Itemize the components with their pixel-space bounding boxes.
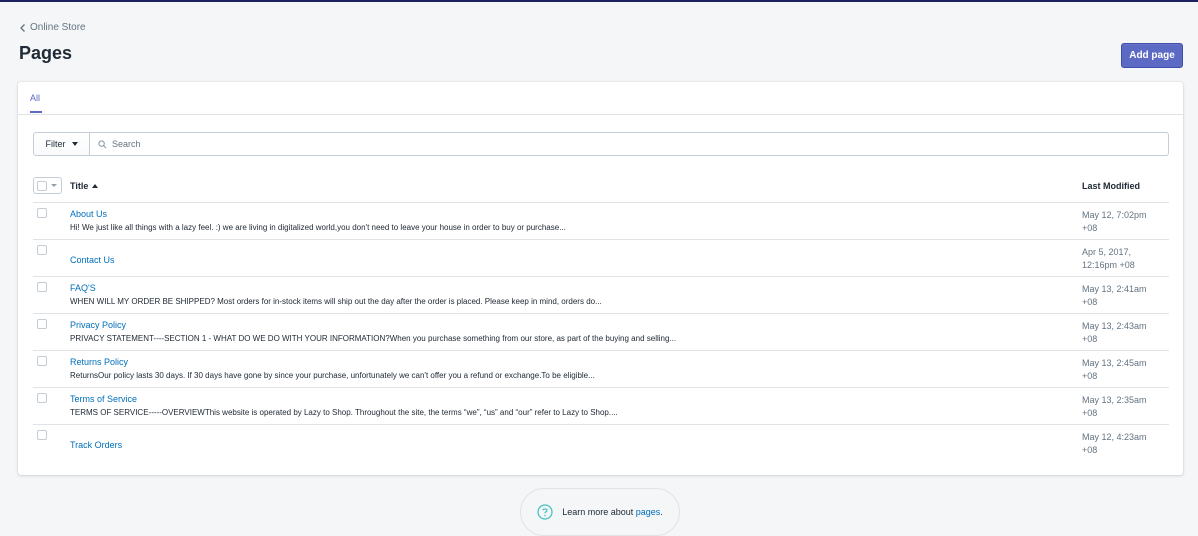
page-excerpt: ReturnsOur policy lasts 30 days. If 30 d…	[70, 371, 595, 380]
table-row[interactable]: Contact Us Apr 5, 2017, 12:16pm +08	[33, 240, 1169, 277]
row-checkbox[interactable]	[37, 319, 47, 329]
row-checkbox[interactable]	[37, 393, 47, 403]
pages-table: Title Last Modified About Us Hi! We just…	[33, 174, 1169, 462]
filter-label: Filter	[45, 139, 66, 149]
row-checkbox[interactable]	[37, 282, 47, 292]
page-title-link[interactable]: About Us	[70, 209, 107, 219]
table-row[interactable]: Track Orders May 12, 4:23am +08	[33, 425, 1169, 462]
table-row[interactable]: About Us Hi! We just like all things wit…	[33, 203, 1169, 240]
last-modified: May 13, 2:43am +08	[1082, 321, 1147, 344]
sort-ascending-icon	[92, 184, 99, 188]
page-excerpt: WHEN WILL MY ORDER BE SHIPPED? Most orde…	[70, 297, 602, 306]
row-checkbox[interactable]	[37, 208, 47, 218]
question-circle-icon	[537, 504, 553, 520]
title-column-label: Title	[70, 181, 89, 191]
title-column-header[interactable]: Title	[70, 181, 99, 191]
page-excerpt: TERMS OF SERVICE-----OVERVIEWThis websit…	[70, 408, 618, 417]
table-row[interactable]: Terms of Service TERMS OF SERVICE-----OV…	[33, 388, 1169, 425]
table-row[interactable]: Returns Policy ReturnsOur policy lasts 3…	[33, 351, 1169, 388]
page-title-link[interactable]: Track Orders	[70, 440, 122, 450]
search-icon	[98, 139, 107, 148]
page-excerpt: PRIVACY STATEMENT----SECTION 1 - WHAT DO…	[70, 334, 677, 343]
table-row[interactable]: FAQ'S WHEN WILL MY ORDER BE SHIPPED? Mos…	[33, 277, 1169, 314]
filter-button[interactable]: Filter	[33, 132, 90, 156]
page-excerpt: Hi! We just like all things with a lazy …	[70, 223, 566, 232]
chevron-left-icon	[20, 23, 25, 32]
help-footer: Learn more about pages.	[520, 488, 680, 536]
page-title: Pages	[19, 43, 73, 63]
caret-down-icon	[71, 142, 78, 146]
page-title-link[interactable]: Privacy Policy	[70, 320, 126, 330]
help-pages-link[interactable]: pages	[636, 507, 661, 517]
last-modified: Apr 5, 2017, 12:16pm +08	[1082, 247, 1135, 270]
last-modified: May 12, 4:23am +08	[1082, 432, 1147, 455]
add-page-button[interactable]: Add page	[1121, 43, 1183, 68]
search-field[interactable]	[90, 132, 1169, 156]
row-checkbox[interactable]	[37, 356, 47, 366]
breadcrumb-label[interactable]: Online Store	[30, 22, 86, 33]
table-row[interactable]: Privacy Policy PRIVACY STATEMENT----SECT…	[33, 314, 1169, 351]
last-modified: May 12, 7:02pm +08	[1082, 210, 1147, 233]
last-modified: May 13, 2:35am +08	[1082, 395, 1147, 418]
page-title-link[interactable]: Terms of Service	[70, 394, 137, 404]
help-text: Learn more about pages.	[562, 507, 663, 517]
pages-card: All Filter Title Last Modified	[18, 82, 1183, 475]
search-input[interactable]	[112, 139, 1168, 149]
bulk-select-checkbox[interactable]	[33, 177, 62, 194]
checkbox-icon	[37, 180, 47, 191]
row-checkbox[interactable]	[37, 430, 47, 440]
filter-row: Filter	[33, 132, 1169, 156]
last-modified-column-header[interactable]: Last Modified	[1082, 181, 1140, 191]
breadcrumb[interactable]: Online Store	[18, 22, 86, 33]
page-title-link[interactable]: Contact Us	[70, 255, 115, 265]
page-title-link[interactable]: FAQ'S	[70, 283, 96, 293]
table-header: Title Last Modified	[33, 174, 1169, 203]
row-checkbox[interactable]	[37, 245, 47, 255]
last-modified: May 13, 2:41am +08	[1082, 284, 1147, 307]
caret-down-icon	[51, 184, 57, 187]
tab-bar: All	[18, 82, 1183, 115]
page-title-link[interactable]: Returns Policy	[70, 357, 128, 367]
tab-all[interactable]: All	[30, 93, 43, 113]
last-modified: May 13, 2:45am +08	[1082, 358, 1147, 381]
